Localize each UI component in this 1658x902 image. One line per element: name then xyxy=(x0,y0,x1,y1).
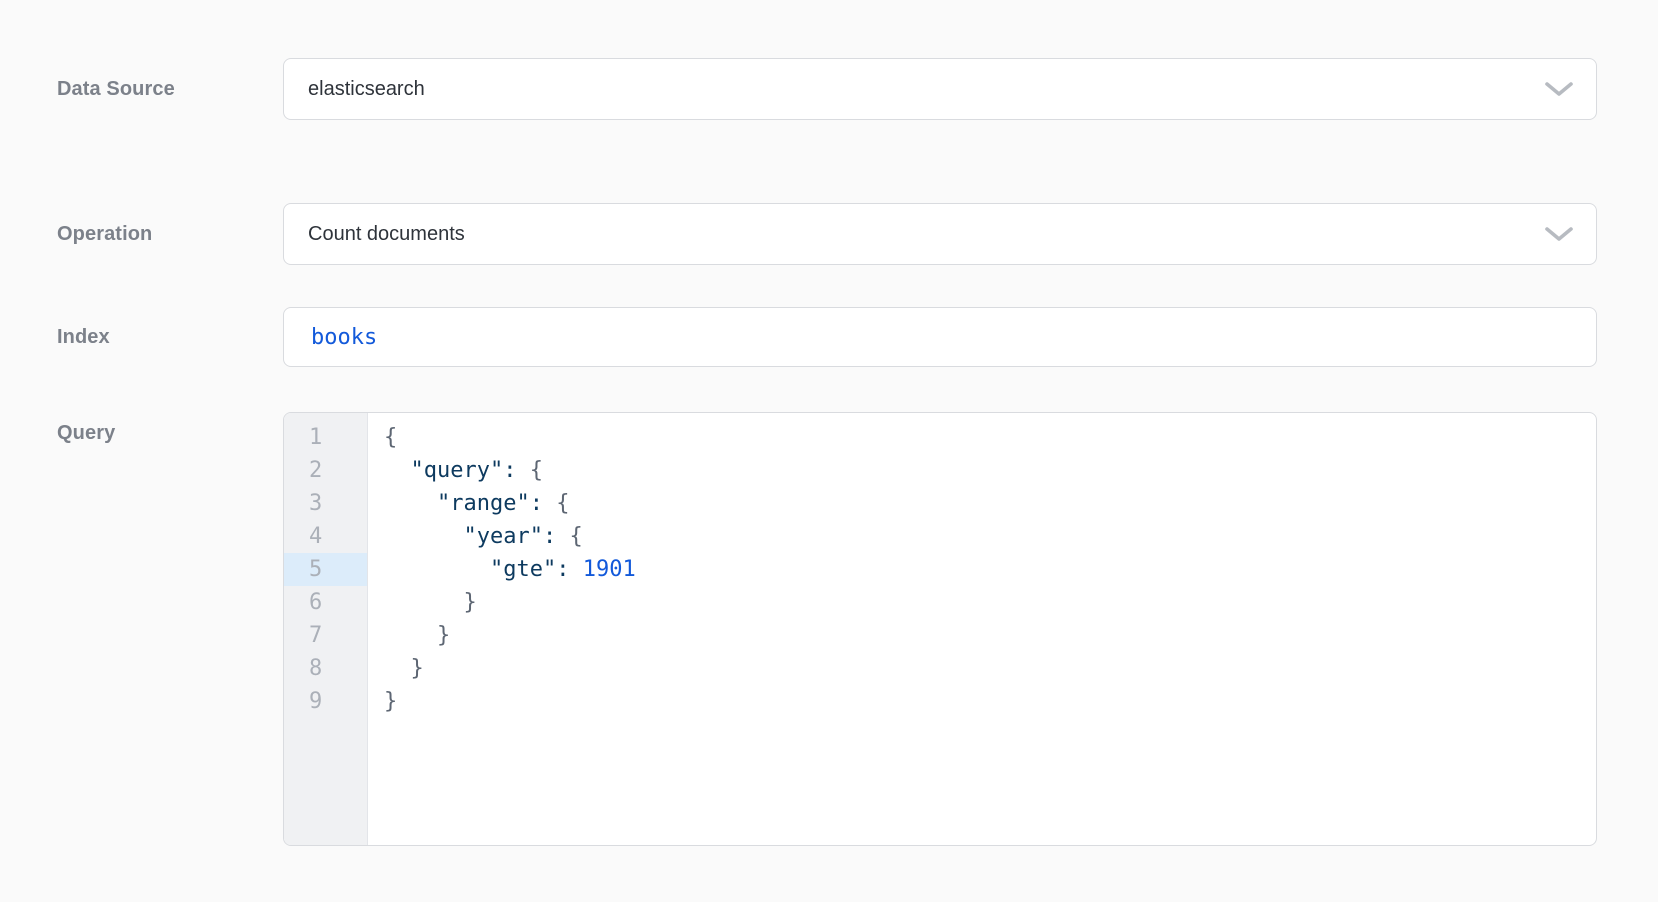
code-line: "year": { xyxy=(384,520,1596,553)
data-source-value: elasticsearch xyxy=(308,78,425,101)
line-number: 4 xyxy=(284,520,367,553)
code-line: { xyxy=(384,421,1596,454)
code-line: } xyxy=(384,652,1596,685)
code-line: } xyxy=(384,619,1596,652)
query-row: Query 123456789 { "query": { "range": { … xyxy=(57,412,1658,846)
operation-select[interactable]: Count documents xyxy=(283,203,1597,265)
data-source-row: Data Source elasticsearch xyxy=(57,58,1658,120)
line-number: 7 xyxy=(284,619,367,652)
line-number: 8 xyxy=(284,652,367,685)
code-line: "query": { xyxy=(384,454,1596,487)
chevron-down-icon xyxy=(1544,81,1574,97)
query-editor-gutter: 123456789 xyxy=(284,413,368,845)
query-form: Data Source elasticsearch Operation Coun… xyxy=(0,0,1658,846)
query-label: Query xyxy=(57,412,283,445)
query-editor-code[interactable]: { "query": { "range": { "year": { "gte":… xyxy=(368,413,1596,845)
line-number: 6 xyxy=(284,586,367,619)
index-row: Index books xyxy=(57,307,1658,367)
query-editor[interactable]: 123456789 { "query": { "range": { "year"… xyxy=(283,412,1597,846)
code-line: } xyxy=(384,586,1596,619)
code-line: "range": { xyxy=(384,487,1596,520)
code-line: } xyxy=(384,685,1596,718)
line-number: 3 xyxy=(284,487,367,520)
data-source-select[interactable]: elasticsearch xyxy=(283,58,1597,120)
chevron-down-icon xyxy=(1544,226,1574,242)
code-line: "gte": 1901 xyxy=(384,553,1596,586)
line-number: 2 xyxy=(284,454,367,487)
data-source-label: Data Source xyxy=(57,78,283,101)
index-value: books xyxy=(311,325,377,350)
operation-row: Operation Count documents xyxy=(57,203,1658,265)
line-number: 1 xyxy=(284,421,367,454)
index-label: Index xyxy=(57,326,283,349)
index-input[interactable]: books xyxy=(283,307,1597,367)
operation-label: Operation xyxy=(57,223,283,246)
line-number: 9 xyxy=(284,685,367,718)
line-number: 5 xyxy=(284,553,367,586)
operation-value: Count documents xyxy=(308,223,465,246)
